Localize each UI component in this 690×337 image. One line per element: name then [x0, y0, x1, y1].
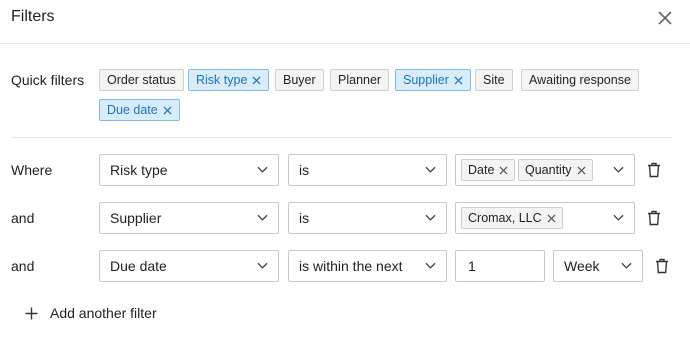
tag-label: Quantity [525, 163, 572, 177]
chip-label: Risk type [196, 73, 248, 87]
quick-filter-site[interactable]: Site [475, 69, 513, 91]
remove-icon[interactable] [163, 105, 172, 115]
value-multiselect[interactable]: Cromax, LLC [455, 202, 635, 234]
chevron-down-icon [613, 214, 624, 221]
operator-select[interactable]: is within the next [288, 250, 447, 282]
trash-icon[interactable] [647, 210, 661, 226]
chip-label: Awaiting response [529, 73, 631, 87]
chip-label: Due date [107, 103, 158, 117]
quick-filters-label: Quick filters [11, 72, 85, 88]
tag-label: Cromax, LLC [468, 211, 542, 225]
chevron-down-icon [613, 166, 624, 173]
field-select[interactable]: Supplier [99, 202, 279, 234]
filter-connector: Where [11, 162, 53, 178]
chevron-down-icon [425, 166, 436, 173]
trash-icon[interactable] [655, 258, 669, 274]
divider [11, 137, 672, 138]
operator-select[interactable]: is [288, 154, 447, 186]
dialog-header: Filters [0, 0, 690, 44]
value-multiselect[interactable]: Date Quantity [455, 154, 635, 186]
chip-label: Order status [107, 73, 176, 87]
remove-icon[interactable] [454, 75, 463, 85]
chevron-down-icon [621, 262, 632, 269]
filter-connector: and [11, 210, 35, 226]
quick-filter-supplier[interactable]: Supplier [395, 69, 471, 91]
amount-value: 1 [468, 258, 476, 274]
quick-filter-order-status[interactable]: Order status [99, 69, 184, 91]
field-value: Risk type [110, 162, 168, 178]
operator-select[interactable]: is [288, 202, 447, 234]
value-tag: Date [461, 159, 516, 181]
field-select[interactable]: Due date [99, 250, 279, 282]
quick-filter-awaiting-response[interactable]: Awaiting response [521, 69, 639, 91]
operator-value: is [299, 162, 310, 178]
operator-value: is within the next [299, 258, 403, 274]
chevron-down-icon [425, 262, 436, 269]
field-select[interactable]: Risk type [99, 154, 279, 186]
close-icon[interactable] [655, 8, 675, 28]
tag-label: Date [468, 163, 495, 177]
value-tag: Cromax, LLC [461, 207, 563, 229]
chip-label: Supplier [403, 73, 449, 87]
chevron-down-icon [425, 214, 436, 221]
chip-label: Site [483, 73, 505, 87]
dialog-title: Filters [11, 8, 55, 25]
remove-icon[interactable] [547, 213, 556, 223]
quick-filter-risk-type[interactable]: Risk type [188, 69, 270, 91]
add-filter-button[interactable]: Add another filter [25, 303, 157, 323]
plus-icon [25, 307, 38, 319]
value-tag: Quantity [518, 159, 593, 181]
remove-icon[interactable] [252, 75, 261, 85]
field-value: Supplier [110, 210, 162, 226]
field-value: Due date [110, 258, 167, 274]
add-filter-label: Add another filter [50, 305, 157, 321]
unit-value: Week [564, 258, 600, 274]
unit-select[interactable]: Week [553, 250, 643, 282]
chip-label: Buyer [283, 73, 316, 87]
filter-connector: and [11, 258, 35, 274]
operator-value: is [299, 210, 310, 226]
chip-label: Planner [338, 73, 382, 87]
quick-filter-buyer[interactable]: Buyer [275, 69, 324, 91]
chevron-down-icon [257, 262, 268, 269]
trash-icon[interactable] [647, 162, 661, 178]
amount-input[interactable]: 1 [455, 250, 545, 282]
chevron-down-icon [257, 166, 268, 173]
quick-filter-due-date[interactable]: Due date [99, 99, 180, 121]
remove-icon[interactable] [577, 165, 586, 175]
chevron-down-icon [257, 214, 268, 221]
quick-filter-planner[interactable]: Planner [330, 69, 390, 91]
remove-icon[interactable] [499, 165, 508, 175]
